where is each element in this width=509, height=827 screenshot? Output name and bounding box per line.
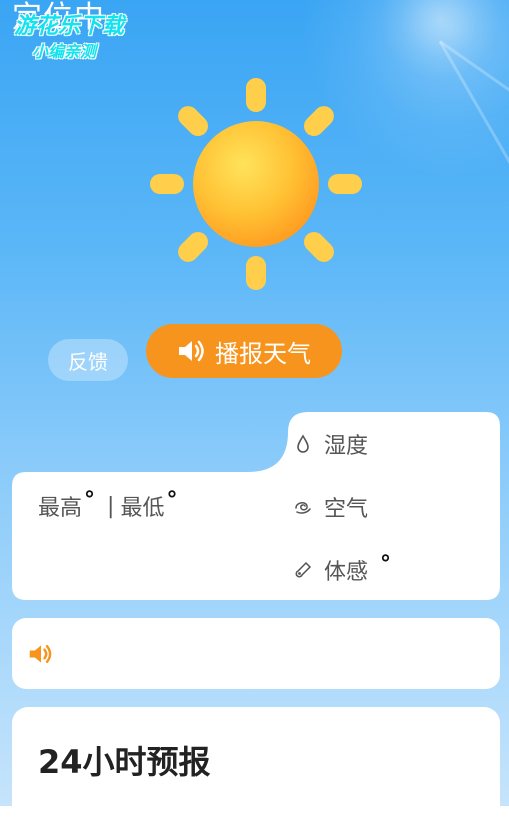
stat-humidity: 湿度 [292, 428, 378, 460]
speaker-icon [29, 644, 52, 664]
stat-label: 体感 [324, 560, 369, 585]
stat-feels-like: 体感 ° [292, 551, 397, 586]
high-degree: ° [84, 487, 96, 513]
forecast-title: 24小时预报 [38, 743, 211, 781]
voice-broadcast-card[interactable] [12, 618, 500, 689]
hourly-forecast-card: 24小时预报 [12, 707, 500, 827]
stat-label: 空气 [324, 497, 369, 522]
thermometer-icon [292, 559, 314, 581]
watermark: 游花乐下载 小编亲测 [14, 8, 124, 62]
broadcast-label: 播报天气 [215, 339, 311, 368]
high-label: 最高 [38, 496, 83, 521]
sun-icon [150, 78, 362, 290]
broadcast-weather-button[interactable]: 播报天气 [146, 324, 342, 378]
stat-value: ° [380, 551, 392, 577]
stat-air: 空气 [292, 491, 378, 523]
speaker-icon [179, 340, 204, 362]
wind-swirl-icon [292, 496, 314, 518]
droplet-icon [292, 433, 314, 455]
feedback-label: 反馈 [68, 349, 108, 374]
high-low-temperature: 最高 ° | 最低 ° [38, 487, 183, 522]
low-label: 最低 [120, 496, 165, 521]
feedback-button[interactable]: 反馈 [48, 339, 128, 381]
low-degree: ° [166, 487, 178, 513]
watermark-line2: 小编亲测 [32, 42, 97, 61]
separator: | [107, 493, 115, 519]
stat-label: 湿度 [324, 434, 369, 459]
watermark-line1: 游花乐下载 [14, 14, 125, 39]
